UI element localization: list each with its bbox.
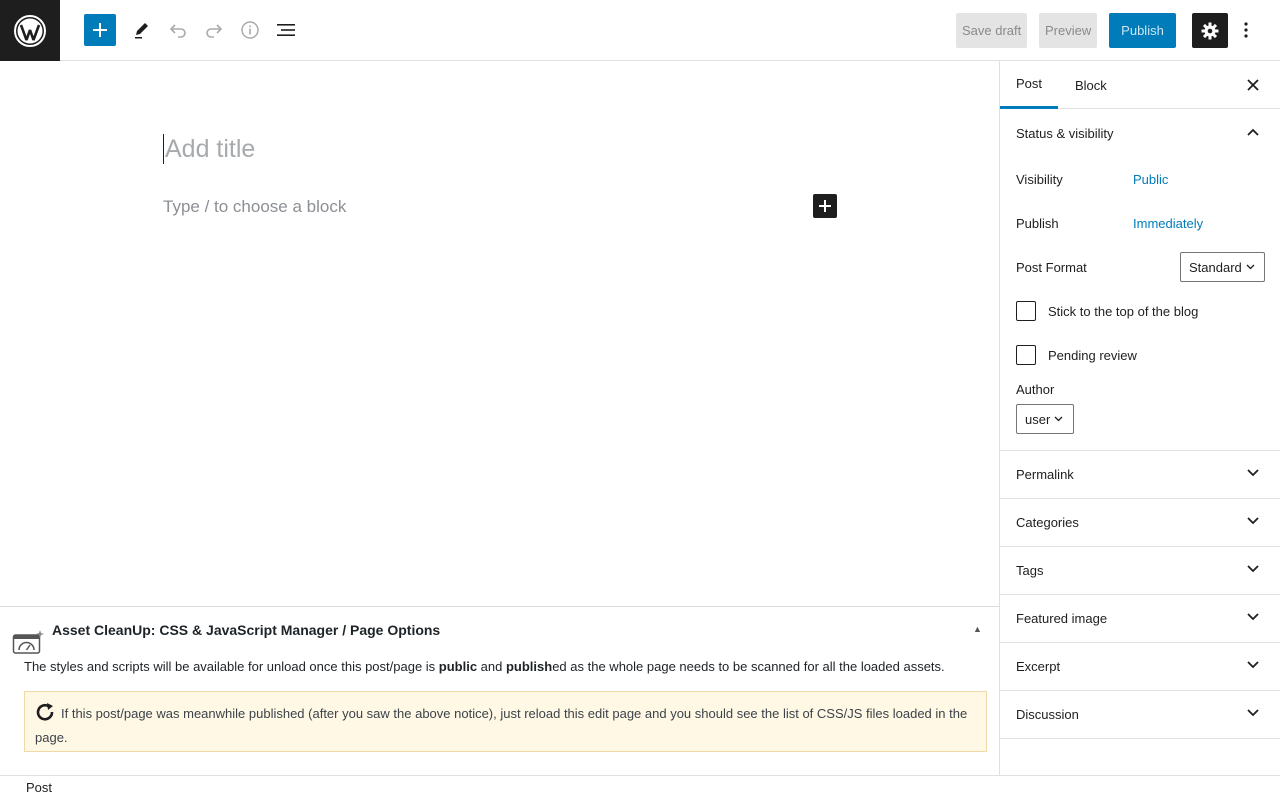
default-block-appender[interactable]: Type / to choose a block	[163, 197, 346, 217]
list-view-icon	[277, 24, 295, 36]
author-value: user	[1025, 411, 1051, 427]
chevron-down-icon	[1246, 264, 1255, 270]
chevron-down-icon	[1247, 517, 1259, 525]
pending-review-checkbox[interactable]	[1016, 345, 1036, 365]
publish-date-toggle[interactable]: Immediately	[1133, 216, 1203, 231]
settings-button[interactable]	[1192, 13, 1228, 48]
block-breadcrumb-bar: Post	[0, 775, 1280, 800]
desc-bold-public: public	[438, 659, 478, 674]
info-icon	[241, 21, 259, 39]
tab-block[interactable]: Block	[1075, 61, 1107, 109]
preview-button[interactable]: Preview	[1039, 13, 1098, 48]
wordpress-logo-icon[interactable]	[0, 0, 60, 61]
reload-notice: If this post/page was meanwhile publishe…	[24, 691, 987, 752]
panel-title: Categories	[1016, 515, 1079, 530]
status-visibility-panel: Status & visibility Visibility Public Pu…	[1000, 109, 1280, 451]
post-format-value: Standard	[1189, 259, 1242, 275]
edit-tool-button[interactable]	[126, 14, 158, 46]
desc-bold-publish: publish	[505, 659, 553, 674]
asset-cleanup-metabox: Asset CleanUp: CSS & JavaScript Manager …	[0, 606, 999, 775]
reload-icon	[35, 702, 57, 728]
collapse-triangle-icon[interactable]: ▲	[973, 624, 982, 634]
list-view-button[interactable]	[270, 14, 302, 46]
sticky-checkbox[interactable]	[1016, 301, 1036, 321]
desc-text: ed as the whole page needs to be scanned…	[552, 659, 945, 674]
chevron-down-icon	[1247, 661, 1259, 669]
save-draft-button[interactable]: Save draft	[956, 13, 1028, 48]
metabox-title: Asset CleanUp: CSS & JavaScript Manager …	[52, 622, 441, 638]
redo-icon	[206, 24, 223, 38]
panel-title: Featured image	[1016, 611, 1108, 626]
panel-title[interactable]: Status & visibility	[1016, 126, 1114, 141]
visibility-label: Visibility	[1016, 172, 1063, 187]
editor-header: Save draft Preview Publish	[0, 0, 1280, 61]
panel-title: Tags	[1016, 563, 1044, 578]
post-title-input[interactable]: Add title	[163, 134, 255, 164]
post-format-label: Post Format	[1016, 260, 1087, 275]
publish-label: Publish	[1016, 216, 1059, 231]
pending-review-label[interactable]: Pending review	[1048, 348, 1137, 363]
panel-tags[interactable]: Tags	[1000, 547, 1280, 595]
editor-canvas[interactable]: Add title Type / to choose a block	[0, 61, 999, 606]
panel-discussion[interactable]: Discussion	[1000, 691, 1280, 739]
more-vertical-icon	[1244, 22, 1248, 38]
post-format-select[interactable]: Standard	[1180, 252, 1265, 282]
undo-button[interactable]	[162, 14, 194, 46]
tab-post[interactable]: Post	[1000, 61, 1058, 109]
author-select[interactable]: user	[1016, 404, 1074, 434]
publish-button[interactable]: Publish	[1109, 13, 1176, 48]
chevron-up-icon[interactable]	[1247, 128, 1259, 136]
close-sidebar-button[interactable]	[1245, 77, 1261, 93]
breadcrumb-item-post[interactable]: Post	[26, 780, 52, 795]
panel-categories[interactable]: Categories	[1000, 499, 1280, 547]
sticky-label[interactable]: Stick to the top of the blog	[1048, 304, 1198, 319]
visibility-toggle[interactable]: Public	[1133, 172, 1168, 187]
panel-title: Excerpt	[1016, 659, 1061, 674]
notice-text: If this post/page was meanwhile publishe…	[35, 706, 968, 745]
chevron-down-icon	[1054, 416, 1063, 422]
sidebar-tabs: Post Block	[1000, 61, 1280, 109]
metabox-description: The styles and scripts will be available…	[24, 659, 945, 674]
chevron-down-icon	[1247, 469, 1259, 477]
panel-featured-image[interactable]: Featured image	[1000, 595, 1280, 643]
pencil-icon	[135, 23, 148, 39]
close-icon	[1247, 79, 1259, 91]
redo-button[interactable]	[198, 14, 230, 46]
desc-text: and	[477, 659, 506, 674]
author-label: Author	[1016, 382, 1055, 397]
undo-icon	[169, 24, 186, 38]
desc-text: The styles and scripts will be available…	[24, 659, 439, 674]
chevron-down-icon	[1247, 709, 1259, 717]
panel-excerpt[interactable]: Excerpt	[1000, 643, 1280, 691]
gear-icon	[1201, 22, 1219, 39]
chevron-down-icon	[1247, 613, 1259, 621]
plus-icon	[93, 23, 107, 37]
more-options-button[interactable]	[1236, 14, 1256, 46]
panel-title: Discussion	[1016, 707, 1079, 722]
panel-title: Permalink	[1016, 467, 1074, 482]
add-block-button[interactable]	[813, 194, 837, 218]
settings-sidebar: Post Block Status & visibility Visibilit…	[999, 61, 1280, 775]
chevron-down-icon	[1247, 565, 1259, 573]
plus-icon	[819, 200, 831, 212]
details-button[interactable]	[234, 14, 266, 46]
dashboard-gauge-icon	[12, 629, 44, 658]
block-inserter-button[interactable]	[84, 14, 116, 46]
panel-permalink[interactable]: Permalink	[1000, 451, 1280, 499]
